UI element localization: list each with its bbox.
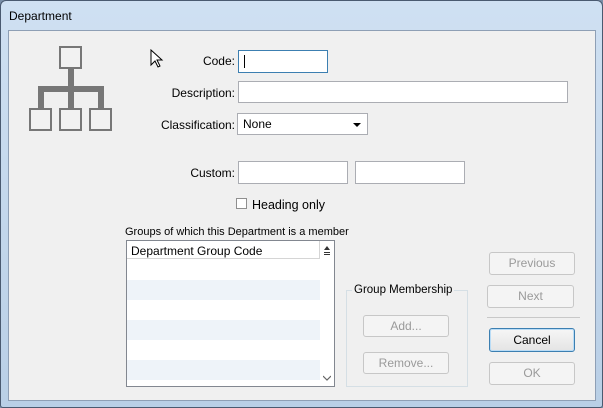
remove-button[interactable]: Remove... (363, 352, 449, 374)
heading-only-checkbox[interactable] (236, 198, 247, 209)
custom-field-1[interactable] (238, 161, 348, 184)
list-row[interactable] (127, 320, 320, 340)
description-label: Description: (171, 86, 235, 100)
custom-label: Custom: (190, 166, 235, 180)
separator (487, 317, 580, 318)
groups-list[interactable]: Department Group Code (126, 240, 335, 387)
add-button[interactable]: Add... (363, 315, 449, 337)
list-row[interactable] (127, 300, 320, 320)
classification-value: None (243, 117, 272, 131)
mouse-cursor-icon (150, 49, 164, 68)
dialog-body: Code: Description: Classification: None … (8, 30, 596, 401)
ok-button[interactable]: OK (489, 362, 575, 385)
description-field[interactable] (238, 81, 568, 103)
window-title: Department (9, 9, 72, 23)
custom-field-2[interactable] (355, 161, 465, 184)
list-vertical-scrollbar[interactable] (320, 259, 334, 386)
next-button[interactable]: Next (487, 285, 574, 308)
classification-select[interactable]: None (237, 113, 368, 135)
list-row[interactable] (127, 360, 320, 380)
list-row[interactable] (127, 280, 320, 300)
text-caret (244, 55, 245, 68)
previous-button[interactable]: Previous (489, 252, 575, 275)
code-field[interactable] (238, 50, 328, 73)
heading-only-label: Heading only (252, 198, 325, 212)
list-row[interactable] (127, 260, 320, 280)
chevron-down-icon (353, 123, 361, 127)
sort-icon (324, 246, 330, 255)
scroll-down-icon[interactable] (323, 375, 331, 381)
column-header-label: Department Group Code (131, 244, 263, 258)
group-membership-title: Group Membership (352, 284, 455, 296)
column-sort-button[interactable] (320, 241, 334, 260)
groups-caption: Groups of which this Department is a mem… (125, 226, 349, 238)
org-chart-icon (29, 46, 112, 131)
cancel-button[interactable]: Cancel (489, 328, 575, 352)
title-bar[interactable]: Department (1, 1, 602, 30)
list-row[interactable] (127, 340, 320, 360)
department-dialog: Department Code: Description: Classifica… (0, 0, 603, 408)
code-label: Code: (202, 54, 235, 68)
classification-label: Classification: (160, 118, 235, 132)
column-header-department-group-code[interactable]: Department Group Code (127, 241, 320, 259)
